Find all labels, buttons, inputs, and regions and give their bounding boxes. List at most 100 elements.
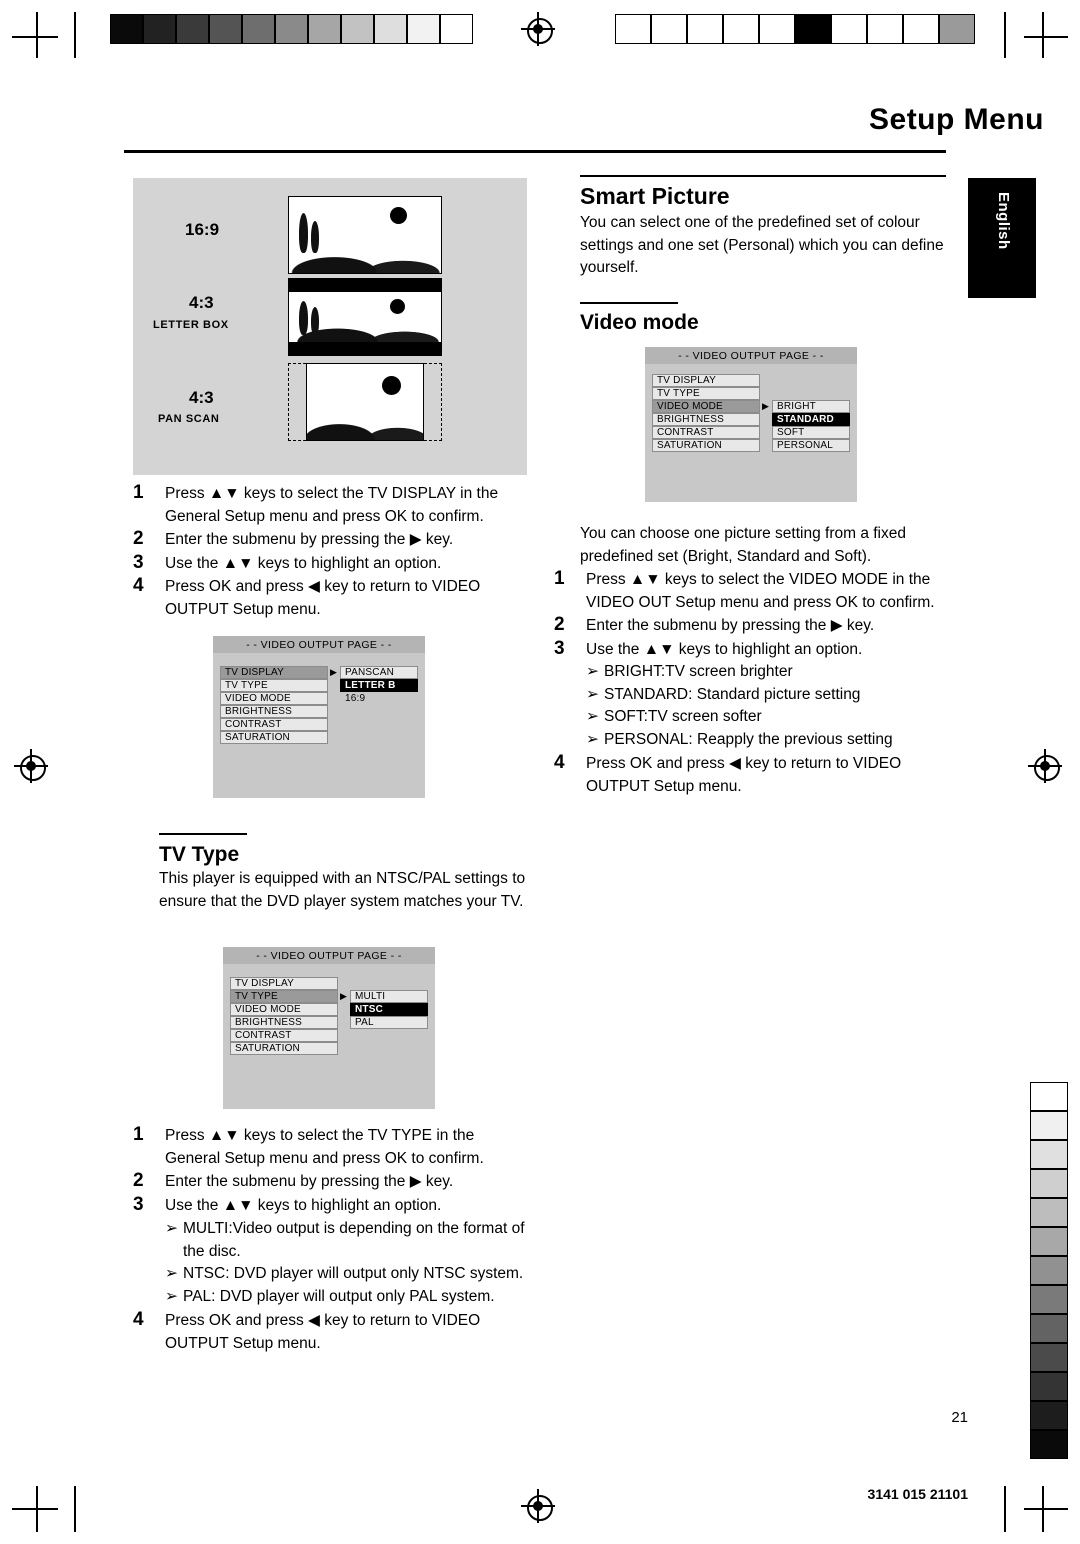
list-item: 3 Use the ▲▼ keys to highlight an option… [133,1194,528,1309]
list-item: 1 Press ▲▼ keys to select the VIDEO MODE… [554,568,954,614]
osd-row-contrast[interactable]: CONTRAST [220,718,328,731]
osd-row-tv-display[interactable]: TV DISPLAY [220,666,328,679]
osd-row-saturation[interactable]: SATURATION [230,1042,338,1055]
letterbox-sublabel: LETTER BOX [153,319,229,331]
header-rule [124,150,946,153]
calibration-swatch [1030,1082,1068,1111]
calibration-swatch [723,14,759,44]
osd-row-saturation[interactable]: SATURATION [220,731,328,744]
osd-option-multi[interactable]: MULTI [350,990,428,1003]
osd-option-soft[interactable]: SOFT [772,426,850,439]
language-tab-label: English [995,192,1012,250]
osd-tv-display: - - VIDEO OUTPUT PAGE - - TV DISPLAY TV … [213,636,425,798]
video-mode-paragraph: You can choose one picture setting from … [580,525,906,565]
calibration-swatch [795,14,831,44]
arrow-right-icon: ➢ [586,708,599,725]
osd-row-contrast[interactable]: CONTRAST [230,1029,338,1042]
calibration-swatch [1030,1140,1068,1169]
calibration-swatch [1030,1256,1068,1285]
osd-row-video-mode[interactable]: VIDEO MODE [220,692,328,705]
list-item: 3 Use the ▲▼ keys to highlight an option… [554,637,954,752]
video-mode-steps: 1 Press ▲▼ keys to select the VIDEO MODE… [554,568,954,799]
calibration-swatch [1030,1169,1068,1198]
calibration-swatch [615,14,651,44]
bullet-text: PERSONAL: Reapply the previous setting [604,730,893,748]
osd-row-tv-display[interactable]: TV DISPLAY [230,977,338,990]
bullet-multi: ➢ MULTI:Video output is depending on the… [165,1218,528,1263]
arrow-right-icon: ➢ [586,685,599,703]
step-text: Press ▲▼ keys to select the VIDEO MODE i… [586,571,935,611]
osd-option-letter-box[interactable]: LETTER B [340,679,418,692]
bullet-text: BRIGHT:TV screen brighter [604,663,793,680]
page-number: 21 [951,1409,968,1426]
osd-row-video-mode[interactable]: VIDEO MODE [652,400,760,413]
osd-row-tv-display[interactable]: TV DISPLAY [652,374,760,387]
calibration-swatch [440,14,473,44]
caret-right-icon: ▶ [330,667,337,677]
osd-row-tv-type[interactable]: TV TYPE [220,679,328,692]
step-text: Press OK and press ◀ key to return to VI… [165,1312,481,1352]
step-text: Press ▲▼ keys to select the TV DISPLAY i… [165,485,499,525]
osd-row-brightness[interactable]: BRIGHTNESS [230,1016,338,1029]
list-item: 2 Enter the submenu by pressing the ▶ ke… [133,1170,528,1194]
tv-type-paragraph: This player is equipped with an NTSC/PAL… [159,870,526,910]
osd-row-contrast[interactable]: CONTRAST [652,426,760,439]
step-number: 1 [133,1124,144,1145]
osd-row-tv-type[interactable]: TV TYPE [652,387,760,400]
smart-picture-paragraph: You can select one of the predefined set… [580,214,944,276]
tv-type-steps: 1 Press ▲▼ keys to select the TV TYPE in… [133,1124,528,1356]
calibration-swatch [209,14,242,44]
tv-type-rule [159,833,247,835]
arrow-right-icon: ➢ [165,1265,178,1282]
osd-option-ntsc[interactable]: NTSC [350,1003,428,1016]
osd-row-tv-type[interactable]: TV TYPE [230,990,338,1003]
bullet-text: NTSC: DVD player will output only NTSC s… [183,1265,524,1282]
calibration-swatch [903,14,939,44]
video-mode-rule [580,302,678,304]
caret-right-icon: ▶ [762,401,769,411]
list-item: 1 Press ▲▼ keys to select the TV TYPE in… [133,1124,528,1170]
step-number: 2 [133,528,144,549]
calibration-swatch [1030,1430,1068,1459]
step-text: Enter the submenu by pressing the ▶ key. [165,1173,454,1190]
osd-option-pal[interactable]: PAL [350,1016,428,1029]
osd-option-standard[interactable]: STANDARD [772,413,850,426]
arrow-right-icon: ➢ [165,1287,178,1305]
ratio-4-3-panscan-label: 4:3 [189,388,214,407]
osd-row-video-mode[interactable]: VIDEO MODE [230,1003,338,1016]
list-item: 1 Press ▲▼ keys to select the TV DISPLAY… [133,482,523,528]
ratio-16-9-label: 16:9 [185,220,220,239]
registration-mark-left [14,749,48,783]
calibration-swatch [341,14,374,44]
osd-option-16-9[interactable]: 16:9 [340,692,418,705]
registration-mark-bottom [521,1489,555,1523]
calibration-swatch [407,14,440,44]
bullet-soft: ➢ SOFT:TV screen softer [586,706,954,729]
tv-display-illustration: 16:9 4:3 LETTER BOX 4:3 PAN SCAN [133,178,527,475]
calibration-swatch [176,14,209,44]
arrow-right-icon: ➢ [586,663,599,680]
osd-row-brightness[interactable]: BRIGHTNESS [652,413,760,426]
step-number: 3 [554,637,565,659]
osd-option-personal[interactable]: PERSONAL [772,439,850,452]
osd-row-saturation[interactable]: SATURATION [652,439,760,452]
step-number: 4 [133,575,144,596]
bullet-text: PAL: DVD player will output only PAL sys… [183,1287,495,1305]
caret-right-icon: ▶ [340,991,347,1001]
step-number: 4 [133,1309,144,1330]
tv-type-heading: TV Type [159,843,240,866]
osd-header: - - VIDEO OUTPUT PAGE - - [213,636,425,653]
calibration-swatch [143,14,176,44]
osd-option-bright[interactable]: BRIGHT [772,400,850,413]
step-number: 4 [554,752,565,773]
osd-row-brightness[interactable]: BRIGHTNESS [220,705,328,718]
bullet-pal: ➢ PAL: DVD player will output only PAL s… [165,1286,528,1309]
bullet-ntsc: ➢ NTSC: DVD player will output only NTSC… [165,1263,528,1286]
bullet-text: SOFT:TV screen softer [604,708,762,725]
step-number: 2 [133,1170,144,1191]
step-text: Use the ▲▼ keys to highlight an option. [165,554,442,572]
calibration-swatch [1030,1372,1068,1401]
bullet-standard: ➢ STANDARD: Standard picture setting [586,684,954,707]
osd-option-panscan[interactable]: PANSCAN [340,666,418,679]
step-number: 3 [133,551,144,573]
